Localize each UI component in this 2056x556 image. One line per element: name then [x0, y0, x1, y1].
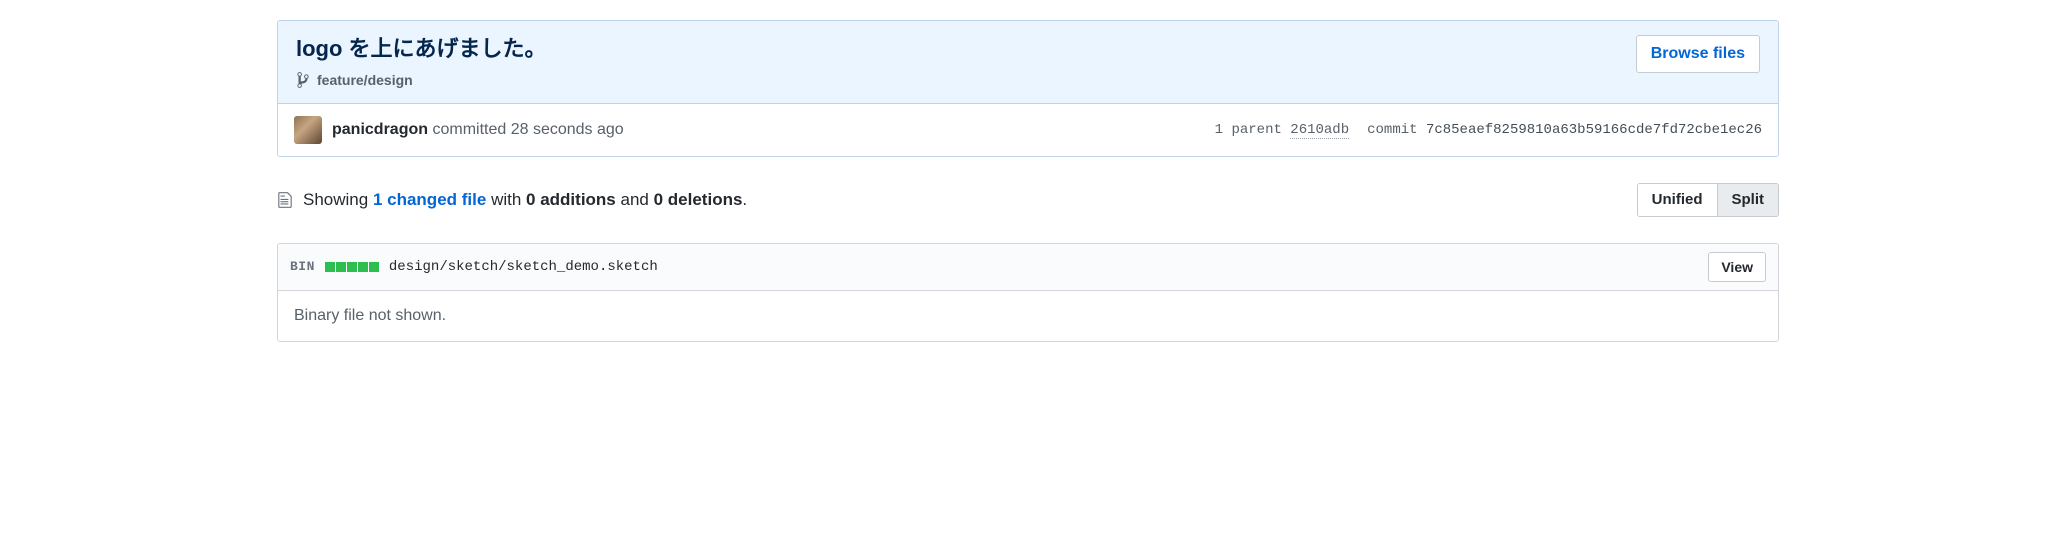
deletions-text: 0 deletions [654, 190, 743, 209]
commit-title-block: logo を上にあげました。 feature/design [296, 35, 547, 89]
commit-summary-box: logo を上にあげました。 feature/design Browse fil… [277, 20, 1779, 157]
commit-meta-left: panicdragon committed 28 seconds ago [294, 116, 624, 144]
unified-toggle[interactable]: Unified [1638, 184, 1718, 216]
committed-text: committed [432, 121, 506, 138]
bin-tag: BIN [290, 259, 315, 274]
diff-squares-icon [325, 262, 379, 272]
branch-row: feature/design [296, 71, 547, 89]
parent-sha-link[interactable]: 2610adb [1290, 122, 1349, 139]
file-header: BIN design/sketch/sketch_demo.sketch Vie… [278, 244, 1778, 291]
period: . [742, 190, 747, 209]
and-text: and [621, 190, 649, 209]
changed-files-link[interactable]: 1 changed file [373, 190, 486, 209]
view-file-button[interactable]: View [1708, 252, 1766, 282]
showing-text: Showing [303, 190, 368, 209]
commit-sha-block: commit 7c85eaef8259810a63b59166cde7fd72c… [1367, 122, 1762, 138]
branch-name[interactable]: feature/design [317, 72, 413, 88]
parent-count-label: 1 parent [1215, 122, 1282, 138]
split-toggle[interactable]: Split [1718, 184, 1779, 216]
diff-view-toggle: Unified Split [1637, 183, 1779, 217]
relative-time: 28 seconds ago [511, 121, 624, 138]
file-diff-icon [277, 191, 293, 209]
file-header-left: BIN design/sketch/sketch_demo.sketch [290, 259, 658, 275]
commit-label: commit [1367, 122, 1417, 138]
browse-files-button[interactable]: Browse files [1636, 35, 1760, 73]
with-text: with [491, 190, 521, 209]
diffstat-summary: Showing 1 changed file with 0 additions … [277, 190, 747, 210]
diffstat-row: Showing 1 changed file with 0 additions … [277, 183, 1779, 217]
commit-title: logo を上にあげました。 [296, 35, 547, 63]
additions-text: 0 additions [526, 190, 616, 209]
file-body-message: Binary file not shown. [278, 291, 1778, 341]
git-branch-icon [296, 71, 310, 89]
file-path[interactable]: design/sketch/sketch_demo.sketch [389, 259, 658, 275]
parent-info: 1 parent 2610adb [1215, 122, 1349, 138]
commit-meta-row: panicdragon committed 28 seconds ago 1 p… [278, 104, 1778, 156]
author-name[interactable]: panicdragon [332, 121, 428, 138]
commit-meta-right: 1 parent 2610adb commit 7c85eaef8259810a… [1215, 122, 1762, 138]
commit-full-sha: 7c85eaef8259810a63b59166cde7fd72cbe1ec26 [1426, 122, 1762, 138]
avatar[interactable] [294, 116, 322, 144]
file-diff-box: BIN design/sketch/sketch_demo.sketch Vie… [277, 243, 1779, 342]
commit-header: logo を上にあげました。 feature/design Browse fil… [278, 21, 1778, 104]
